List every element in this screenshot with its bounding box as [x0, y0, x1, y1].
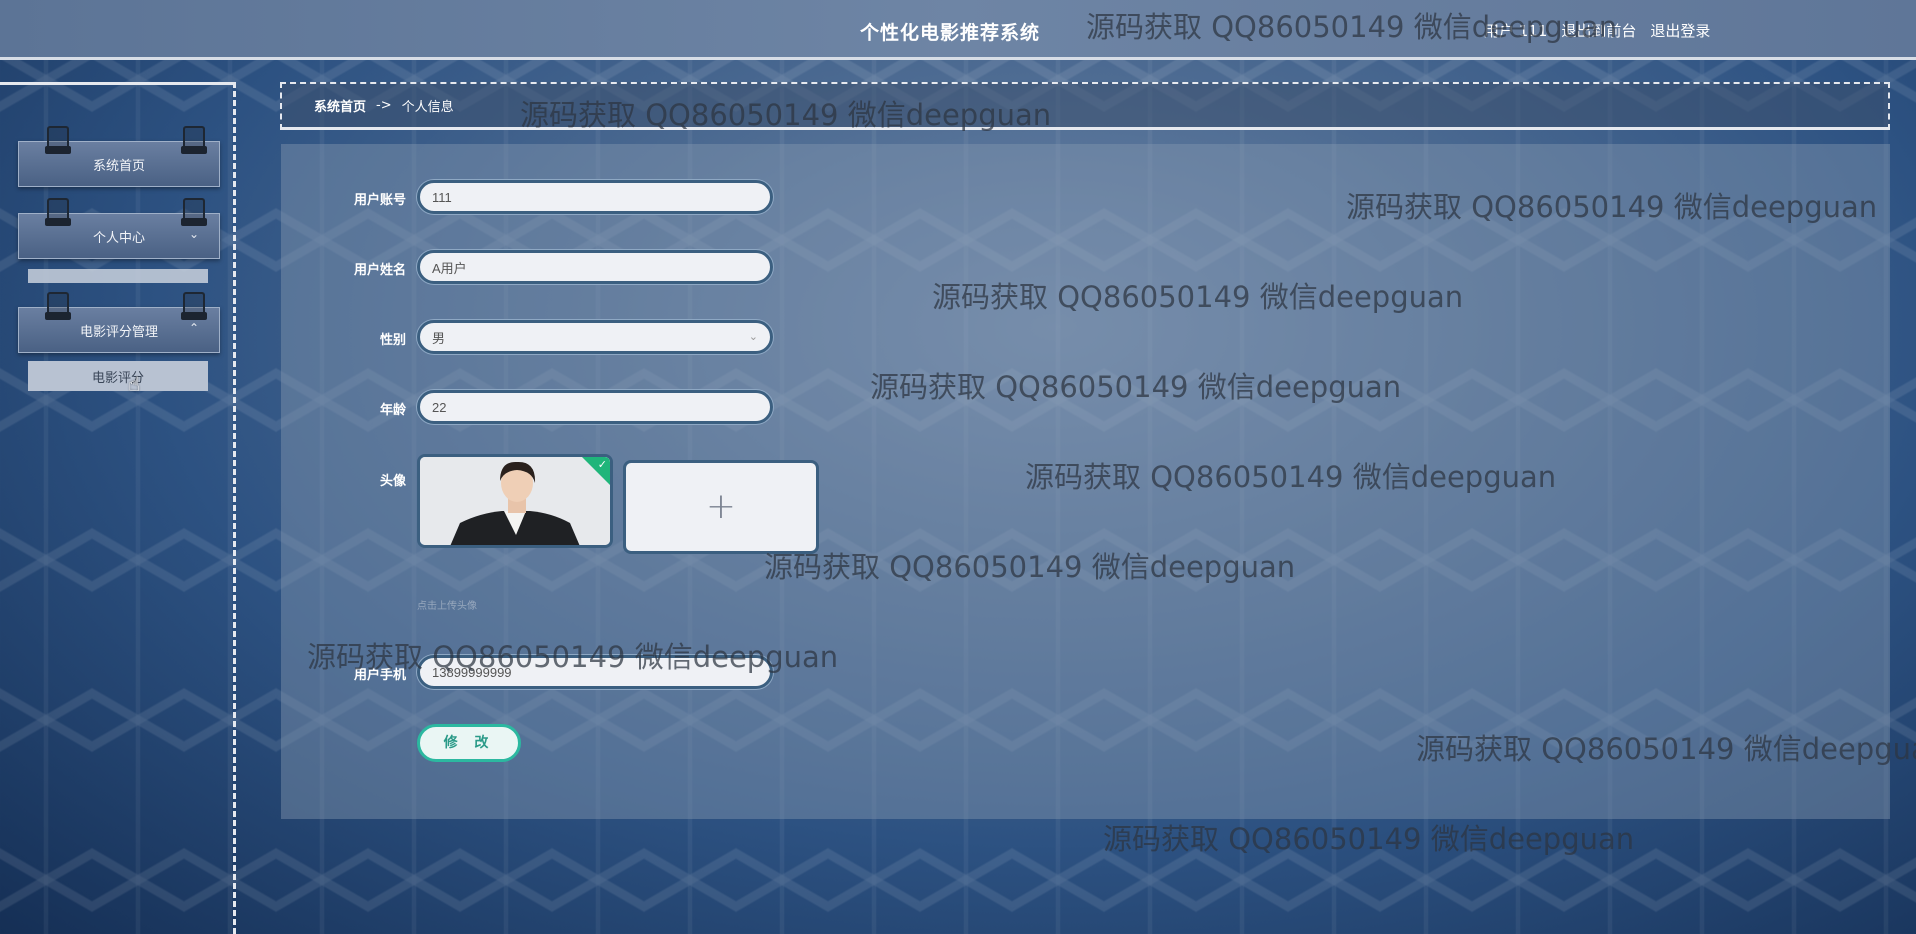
gender-select[interactable]: 男 ⌄	[417, 320, 773, 354]
binder-clip-icon	[181, 292, 207, 320]
binder-clip-icon	[45, 292, 71, 320]
sidebar-item-home[interactable]: 系统首页	[18, 126, 220, 187]
account-field[interactable]: 111	[417, 180, 773, 214]
name-label: 用户姓名	[353, 263, 406, 278]
avatar-label: 头像	[379, 474, 406, 489]
hand-cursor-icon: ☝	[128, 372, 141, 396]
sidebar-item-label: 电影评分管理	[79, 324, 158, 340]
profile-form-panel: 用户账号 111 用户姓名 A用户 性别 男 ⌄ 年龄 22 头像 ✓ + 点击…	[281, 144, 1890, 819]
chevron-down-icon: ⌄	[188, 227, 199, 241]
sidebar-item-movie-rating[interactable]: 电影评分管理 ⌃	[18, 292, 220, 353]
logout-link[interactable]: 退出登录	[1650, 20, 1710, 41]
top-bar: 个性化电影推荐系统 用户 111 退出到前台 退出登录	[0, 0, 1916, 60]
binder-clip-icon	[181, 126, 207, 154]
check-icon: ✓	[597, 458, 607, 471]
binder-clip-icon	[45, 126, 71, 154]
account-label: 用户账号	[353, 193, 406, 208]
submenu-item-movie-rating[interactable]: 电影评分	[28, 361, 208, 391]
age-field[interactable]: 22	[417, 390, 773, 424]
plus-icon: +	[705, 486, 737, 527]
app-title: 个性化电影推荐系统	[860, 22, 1041, 44]
top-right-nav: 用户 111 退出到前台 退出登录	[1484, 20, 1710, 41]
name-field[interactable]: A用户	[417, 250, 773, 284]
update-button[interactable]: 修 改	[417, 724, 521, 762]
submenu-placeholder	[28, 269, 208, 283]
back-to-front-link[interactable]: 退出到前台	[1561, 20, 1636, 41]
age-label: 年龄	[379, 403, 406, 418]
gender-value: 男	[432, 330, 446, 346]
sidebar-item-personal-center[interactable]: 个人中心 ⌄	[18, 198, 220, 259]
avatar-upload-button[interactable]: +	[623, 460, 819, 554]
phone-field[interactable]: 13899999999	[417, 655, 773, 689]
binder-clip-icon	[181, 198, 207, 226]
chevron-up-icon: ⌃	[188, 321, 199, 335]
chevron-down-icon: ⌄	[748, 331, 758, 343]
breadcrumb-current: 个人信息	[401, 100, 454, 115]
current-user-label: 用户 111	[1484, 22, 1548, 40]
breadcrumb: 系统首页 -> 个人信息	[280, 82, 1890, 130]
binder-clip-icon	[45, 198, 71, 226]
sidebar-item-label: 个人中心	[92, 230, 145, 246]
avatar-thumbnail[interactable]: ✓	[417, 454, 613, 548]
sidebar-item-label: 系统首页	[92, 158, 145, 174]
avatar-upload-hint: 点击上传头像	[417, 601, 477, 612]
sidebar: 系统首页 个人中心 ⌄ 电影评分管理 ⌃ 电影评分	[0, 82, 236, 934]
gender-label: 性别	[379, 333, 406, 348]
phone-label: 用户手机	[353, 668, 406, 683]
watermark: 源码获取 QQ86050149 微信deepguan	[1103, 822, 1635, 856]
breadcrumb-home[interactable]: 系统首页	[314, 96, 366, 115]
breadcrumb-separator: ->	[376, 98, 392, 113]
